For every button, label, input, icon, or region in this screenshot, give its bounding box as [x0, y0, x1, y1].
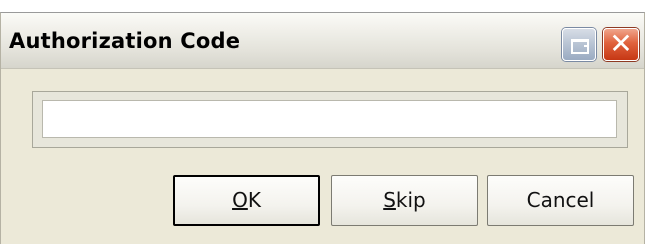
- skip-button[interactable]: Skip: [331, 175, 478, 226]
- close-icon: ✕: [609, 27, 633, 60]
- authorization-code-input[interactable]: [42, 100, 617, 138]
- ok-button[interactable]: OK: [173, 175, 320, 226]
- input-frame: [32, 91, 628, 148]
- skip-label-rest: kip: [395, 188, 426, 212]
- restore-icon: [571, 39, 589, 54]
- window-title: Authorization Code: [9, 29, 241, 53]
- title-bar[interactable]: Authorization Code ✕: [1, 13, 644, 69]
- skip-accelerator: S: [383, 188, 396, 212]
- restore-button[interactable]: [562, 28, 596, 61]
- authorization-code-dialog: Authorization Code ✕ OK Skip Cancel: [0, 12, 645, 244]
- cancel-button[interactable]: Cancel: [487, 175, 634, 226]
- ok-label-rest: K: [247, 188, 261, 212]
- ok-accelerator: O: [232, 188, 248, 212]
- cancel-label: Cancel: [526, 188, 595, 212]
- close-button[interactable]: ✕: [603, 28, 639, 61]
